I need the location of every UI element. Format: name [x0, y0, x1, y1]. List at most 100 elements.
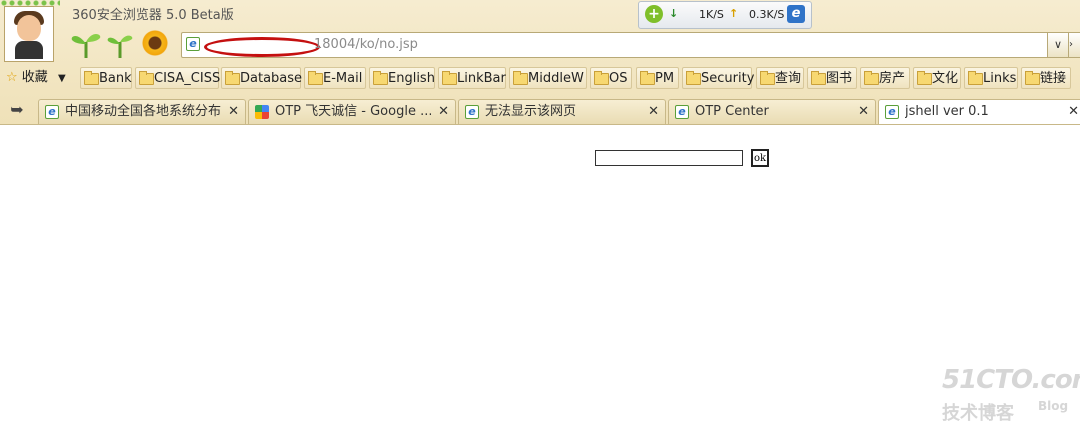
folder-icon [1025, 71, 1040, 85]
go-button[interactable]: › [1068, 32, 1080, 58]
bookmark-folder[interactable]: OS [590, 67, 632, 89]
watermark-line3: Blog [1038, 399, 1069, 413]
folder-icon [308, 71, 323, 85]
bookmark-label: 文化 [932, 71, 959, 86]
bookmark-folder[interactable]: CISA_CISS [135, 67, 221, 89]
bookmark-label: 房产 [879, 71, 906, 86]
folder-icon [594, 71, 609, 85]
watermark-line1: 51CTO.com [942, 365, 1080, 395]
bookmark-folder[interactable]: 房产 [860, 67, 910, 89]
download-arrow-icon: ↓ [669, 7, 679, 20]
ie-icon: e [45, 105, 59, 119]
sprout-icon-2[interactable] [104, 28, 136, 58]
ie-icon: e [885, 105, 899, 119]
folder-icon [917, 71, 932, 85]
address-bar[interactable]: e 18004/ko/no.jsp [181, 32, 1049, 58]
redaction-mark [204, 37, 320, 57]
bookmark-label: PM [655, 71, 675, 86]
sunflower-icon[interactable] [142, 30, 168, 56]
watermark-line2: 技术博客 [942, 403, 1014, 424]
avatar-body [15, 41, 43, 59]
bookmark-folder[interactable]: Links [964, 67, 1018, 89]
close-icon[interactable]: ✕ [648, 100, 659, 124]
bookmark-folder[interactable]: MiddleW [509, 67, 587, 89]
tab-divider [0, 124, 1080, 125]
google-icon [255, 105, 269, 119]
tab-list-arrow-icon[interactable]: ➥ [0, 97, 34, 123]
folder-icon [84, 71, 99, 85]
bookmark-label: Bank [99, 71, 132, 86]
close-icon[interactable]: ✕ [228, 100, 239, 124]
ok-button[interactable]: ok [751, 149, 769, 167]
favorites-menu[interactable]: ☆ 收藏 ▼ [6, 67, 66, 89]
bookmark-folder[interactable]: Bank [80, 67, 132, 89]
tab-label: 中国移动全国各地系统分布... [65, 104, 221, 119]
star-icon: ☆ [6, 70, 18, 85]
bookmark-label: MiddleW [528, 71, 584, 86]
user-avatar[interactable] [4, 6, 54, 62]
folder-icon [225, 71, 240, 85]
bookmark-label: 图书 [826, 71, 853, 86]
tab-item[interactable]: OTP 飞天诚信 - Google ... ✕ [248, 99, 456, 124]
bookmark-label: CISA_CISS [154, 71, 221, 86]
folder-icon [864, 71, 879, 85]
close-icon[interactable]: ✕ [858, 100, 869, 124]
bookmark-label: English [388, 71, 435, 86]
bookmark-folder[interactable]: Security [682, 67, 755, 89]
bookmark-folder[interactable]: LinkBar [438, 67, 506, 89]
bookmark-folder[interactable]: 图书 [807, 67, 857, 89]
bookmark-bar: ☆ 收藏 ▼ Bank CISA_CISS Database E-Mail En… [0, 67, 1080, 91]
bookmark-folder[interactable]: E-Mail [304, 67, 366, 89]
page-ie-icon: e [186, 37, 200, 51]
bookmark-label: 链接 [1040, 71, 1067, 86]
tab-item-active[interactable]: e jshell ver 0.1 ✕ [878, 99, 1080, 125]
bookmark-folder[interactable]: English [369, 67, 435, 89]
address-url[interactable]: 18004/ko/no.jsp [314, 37, 418, 52]
sprout-icon[interactable] [70, 28, 102, 58]
bookmark-folder[interactable]: 文化 [913, 67, 961, 89]
bookmark-folder[interactable]: Database [221, 67, 303, 89]
bookmark-label: OS [609, 71, 628, 86]
speed-monitor[interactable]: + ↓ 1K/S ↑ 0.3K/S e [638, 1, 812, 29]
plus-icon: + [645, 5, 663, 23]
ie-icon: e [675, 105, 689, 119]
close-icon[interactable]: ✕ [438, 100, 449, 124]
folder-icon [686, 71, 701, 85]
bookmark-label: 查询 [775, 71, 802, 86]
browser-chrome: 360安全浏览器 5.0 Beta版 + ↓ 1K/S ↑ 0.3K/S e e… [0, 0, 1080, 125]
tab-strip: ➥ e 中国移动全国各地系统分布... ✕ OTP 飞天诚信 - Google … [0, 97, 1080, 125]
folder-icon [640, 71, 655, 85]
folder-icon [968, 71, 983, 85]
close-icon[interactable]: ✕ [1068, 100, 1079, 124]
watermark: 51CTO.com 技术博客 Blog [942, 365, 1080, 424]
command-input[interactable] [595, 150, 743, 166]
avatar-face [17, 15, 41, 41]
tab-item[interactable]: e 中国移动全国各地系统分布... ✕ [38, 99, 246, 124]
folder-icon [373, 71, 388, 85]
window-title: 360安全浏览器 5.0 Beta版 [72, 8, 234, 23]
favorites-label: 收藏 [21, 70, 48, 85]
bookmark-label: Database [240, 71, 303, 86]
folder-icon [139, 71, 154, 85]
bookmark-folder[interactable]: PM [636, 67, 679, 89]
folder-icon [513, 71, 528, 85]
folder-icon [442, 71, 457, 85]
bookmark-folder[interactable]: 链接 [1021, 67, 1071, 89]
tab-item[interactable]: e 无法显示该网页 ✕ [458, 99, 666, 124]
tab-label: jshell ver 0.1 [905, 104, 989, 119]
tab-item[interactable]: e OTP Center ✕ [668, 99, 876, 124]
bookmark-label: E-Mail [323, 71, 363, 86]
download-speed: 1K/S [699, 8, 724, 21]
bookmark-label: LinkBar [457, 71, 506, 86]
upload-speed: 0.3K/S [749, 8, 785, 21]
tab-label: OTP 飞天诚信 - Google ... [275, 104, 431, 119]
tab-label: 无法显示该网页 [485, 104, 577, 119]
bookmark-label: Security [701, 71, 755, 86]
upload-arrow-icon: ↑ [729, 7, 739, 20]
ie-icon: e [465, 105, 479, 119]
address-dropdown-button[interactable]: ∨ [1047, 32, 1069, 58]
ie-mode-icon[interactable]: e [787, 5, 805, 23]
bookmark-label: Links [983, 71, 1017, 86]
bookmark-folder[interactable]: 查询 [756, 67, 804, 89]
folder-icon [760, 71, 775, 85]
